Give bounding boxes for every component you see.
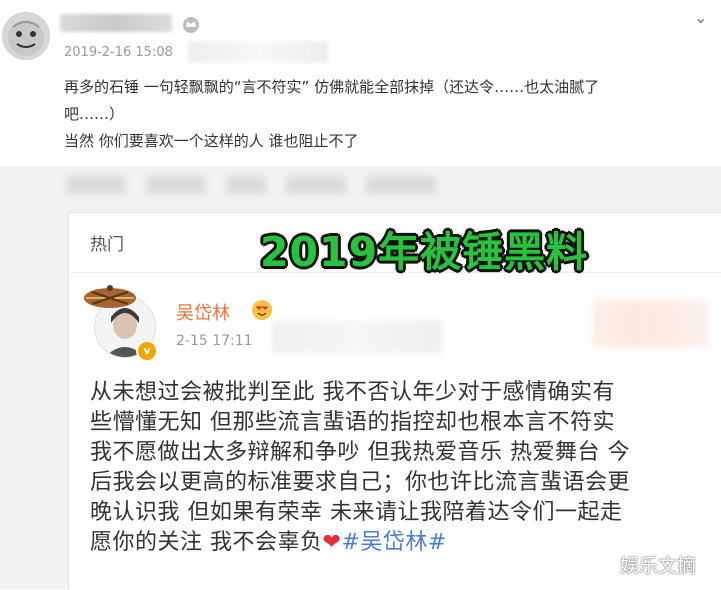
post-line: 愿你的关注 我不会辜负 [90, 530, 323, 555]
action-row-redacted [66, 170, 446, 200]
post-line: 后我会以更高的标准要求自己；你也许比流言蜚语会更 [90, 470, 631, 495]
follow-button-redacted[interactable] [592, 300, 708, 348]
post-body: 从未想过会被批判至此 我不否认年少对于感情确实有 些懵懂无知 但那些流言蜚语的指… [90, 378, 710, 558]
comment-line: 吧……） [64, 105, 125, 123]
beret-decoration-icon [82, 280, 138, 310]
author-name[interactable]: 吴岱林 [176, 299, 230, 325]
post-line: 晚认识我 但如果有荣幸 未来请让我陪着达令们一起走 [90, 500, 623, 525]
member-crown-icon [180, 14, 202, 34]
heart-icon: ❤ [322, 530, 342, 555]
commenter-name-redacted[interactable] [60, 14, 172, 32]
chevron-down-icon[interactable]: ⌄ [694, 8, 707, 27]
comment-source-redacted [188, 41, 328, 63]
comment-line: 再多的石锤 一句轻飘飘的“言不符实” 仿佛就能全部抹掉（还达令……也太油腻了 [64, 78, 600, 96]
watermark: 娱乐文摘 [620, 555, 697, 577]
post-source-redacted [272, 320, 442, 354]
comment-line: 当然 你们要喜欢一个这样的人 谁也阻止不了 [64, 132, 359, 150]
comment-text: 再多的石锤 一句轻飘飘的“言不符实” 仿佛就能全部抹掉（还达令……也太油腻了 吧… [64, 74, 704, 155]
post-last-line: 愿你的关注 我不会辜负❤#吴岱林# [90, 528, 710, 558]
post-date: 2-15 17:11 [176, 333, 253, 349]
commenter-avatar[interactable] [2, 12, 50, 60]
meme-face-icon [8, 20, 44, 56]
post-line: 些懵懂无知 但那些流言蜚语的指控却也根本言不符实 [90, 410, 615, 435]
post-line: 从未想过会被批判至此 我不否认年少对于感情确实有 [90, 380, 615, 405]
comment-date: 2019-2-16 15:08 [64, 45, 173, 60]
post-line: 我不愿做出太多辩解和争吵 但我热爱音乐 热爱舞台 今 [90, 440, 630, 465]
heart-eyes-emoji-icon [250, 298, 274, 322]
overlay-title: 2019年被锤黑料 [260, 228, 589, 276]
section-label-hot: 热门 [90, 235, 124, 255]
verified-badge-icon: v [136, 340, 158, 362]
hashtag-link[interactable]: #吴岱林# [341, 530, 446, 555]
